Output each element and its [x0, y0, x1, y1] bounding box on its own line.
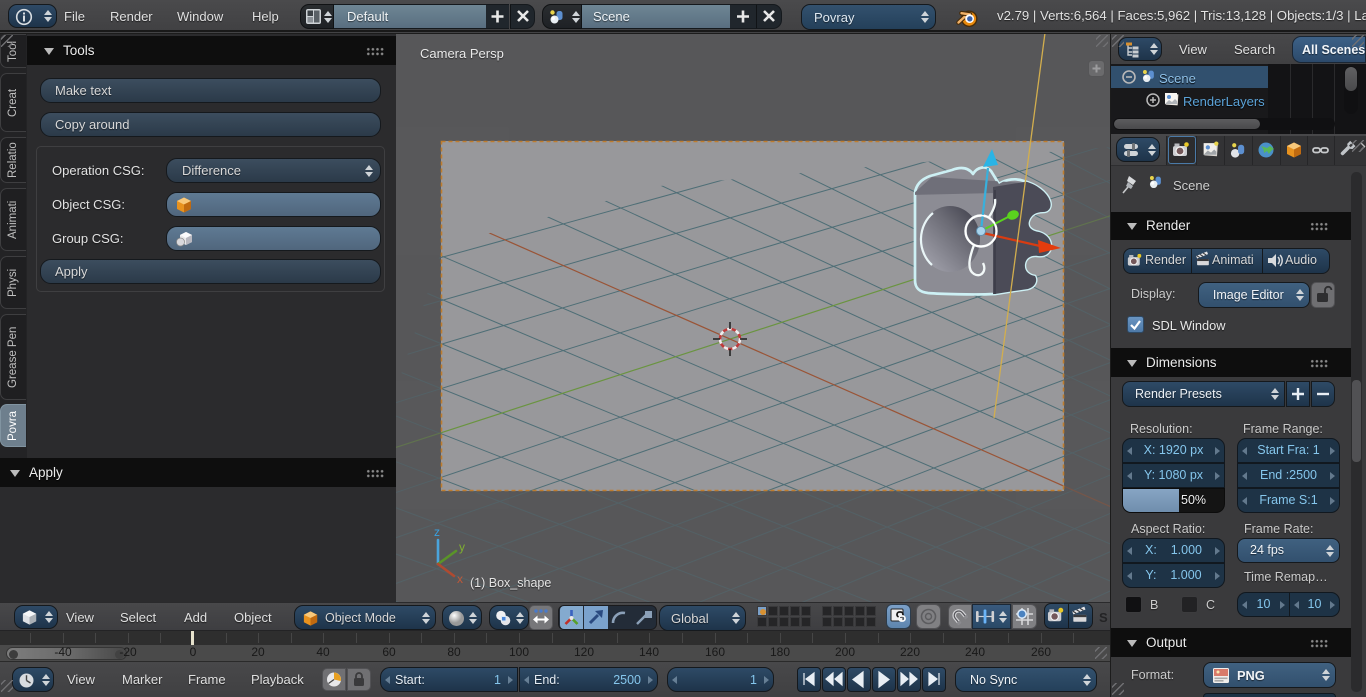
svg-text:y: y: [459, 540, 465, 554]
svg-text:x: x: [457, 572, 463, 586]
svg-text:z: z: [434, 525, 440, 539]
